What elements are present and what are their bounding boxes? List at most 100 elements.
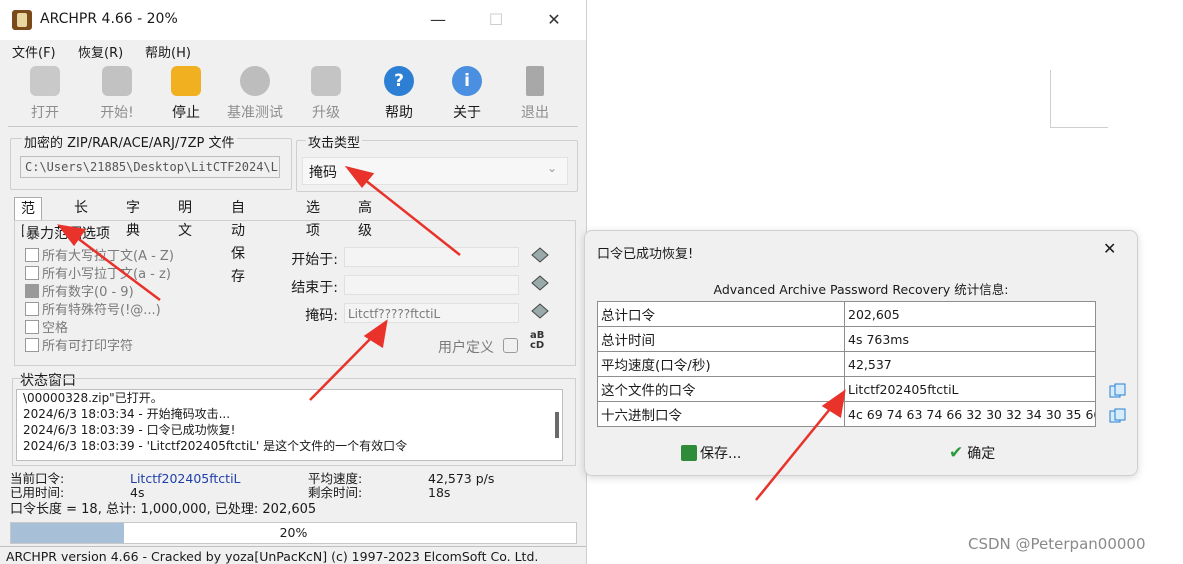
end-at-field[interactable] xyxy=(344,275,519,295)
close-button[interactable]: ✕ xyxy=(540,8,568,32)
status-log[interactable]: \00000328.zip"已打开。 2024/6/3 18:03:34 - 开… xyxy=(16,389,563,461)
exit-door-icon xyxy=(526,66,544,96)
exit-button[interactable]: 退出 xyxy=(502,66,568,124)
menu-help[interactable]: 帮助(H) xyxy=(145,42,191,61)
checkbox-box xyxy=(25,302,39,316)
stat-key: 十六进制口令 xyxy=(597,401,845,427)
start-from-label: 开始于: xyxy=(291,252,338,268)
start-pin-icon[interactable] xyxy=(530,246,550,264)
info-icon: i xyxy=(452,66,482,96)
avg-speed-label: 平均速度: xyxy=(308,471,363,486)
log-line: 2024/6/3 18:03:39 - 'Litctf202405ftctiL'… xyxy=(23,439,408,453)
open-button[interactable]: 打开 xyxy=(12,66,78,124)
printable-checkbox[interactable]: 所有可打印字符 xyxy=(25,335,133,354)
exit-label: 退出 xyxy=(521,105,549,121)
stat-value: 42,537 xyxy=(844,351,1096,377)
menu-file[interactable]: 文件(F) xyxy=(12,42,56,61)
stats-table: 总计口令 202,605 总计时间 4s 763ms 平均速度(口令/秒) 42,53… xyxy=(597,301,1096,427)
tab-range[interactable]: 范围 xyxy=(14,197,42,240)
stat-value[interactable]: Litctf202405ftctiL xyxy=(844,376,1096,402)
attack-type-select[interactable]: 掩码 ⌄ xyxy=(302,157,568,185)
space-label: 空格 xyxy=(42,321,69,336)
upgrade-button[interactable]: 升级 xyxy=(293,66,359,124)
toolbar-divider xyxy=(8,126,578,127)
checkbox-box xyxy=(25,320,39,334)
end-pin-icon[interactable] xyxy=(530,274,550,292)
table-row: 这个文件的口令 Litctf202405ftctiL xyxy=(597,376,1096,402)
tab-dictionary[interactable]: 字典 xyxy=(120,197,146,239)
progress-text: 20% xyxy=(279,525,308,540)
dialog-close-button[interactable]: ✕ xyxy=(1103,239,1116,258)
uppercase-label: 所有大写拉丁文(A - Z) xyxy=(42,249,174,264)
toolbar: 打开 开始! 停止 基准测试 升级 ? 帮助 i 关于 退出 xyxy=(0,62,586,126)
progress-bar: 20% xyxy=(10,522,577,544)
stop-label: 停止 xyxy=(172,105,200,121)
remaining-time-value: 18s xyxy=(428,485,451,500)
table-row: 总计时间 4s 763ms xyxy=(597,326,1096,352)
save-disk-icon xyxy=(681,445,697,461)
elapsed-time-value: 4s xyxy=(130,485,145,500)
charset-abc-icon[interactable]: aB cD xyxy=(530,331,544,351)
background-line xyxy=(1050,70,1051,128)
background-line xyxy=(1050,127,1108,128)
log-scrollbar[interactable] xyxy=(555,412,559,438)
special-checkbox[interactable]: 所有特殊符号(!@...) xyxy=(25,299,161,318)
copy-hex-icon[interactable] xyxy=(1109,408,1127,424)
open-user-icon xyxy=(30,66,60,96)
checkbox-box xyxy=(25,266,39,280)
mask-pin-icon[interactable] xyxy=(530,302,550,320)
about-button[interactable]: i 关于 xyxy=(434,66,500,124)
end-at-label: 结束于: xyxy=(291,280,338,296)
dialog-heading: Advanced Archive Password Recovery 统计信息: xyxy=(713,282,1009,297)
password-recovered-dialog: 口令已成功恢复! ✕ Advanced Archive Password Rec… xyxy=(584,230,1138,476)
checkmark-icon: ✔ xyxy=(949,443,964,463)
mask-field[interactable]: Litctf?????ftctiL xyxy=(344,303,519,323)
menu-bar: 文件(F) 恢复(R) 帮助(H) xyxy=(0,40,586,62)
minimize-button[interactable]: — xyxy=(424,8,452,32)
table-row: 十六进制口令 4c 69 74 63 74 66 32 30 32 34 30 3… xyxy=(597,401,1096,427)
benchmark-button[interactable]: 基准测试 xyxy=(222,66,288,124)
tab-autosave[interactable]: 自动保存 xyxy=(225,197,251,285)
checkbox-checked-box xyxy=(25,284,39,298)
stat-key: 平均速度(口令/秒) xyxy=(597,351,845,377)
user-defined-checkbox[interactable] xyxy=(503,338,518,353)
special-label: 所有特殊符号(!@...) xyxy=(42,303,161,318)
space-checkbox[interactable]: 空格 xyxy=(25,317,68,336)
help-icon: ? xyxy=(384,66,414,96)
uppercase-checkbox[interactable]: 所有大写拉丁文(A - Z) xyxy=(25,245,174,264)
start-from-field[interactable] xyxy=(344,247,519,267)
upgrade-icon xyxy=(311,66,341,96)
archive-path-field[interactable]: C:\Users\21885\Desktop\LitCTF2024\LitC xyxy=(20,156,280,178)
copy-password-icon[interactable] xyxy=(1109,383,1127,399)
start-button[interactable]: 开始! xyxy=(84,66,150,124)
password-summary: 口令长度 = 18, 总计: 1,000,000, 已处理: 202,605 xyxy=(10,502,317,517)
status-line: ARCHPR version 4.66 - Cracked by yoza[Un… xyxy=(0,546,586,564)
log-line: \00000328.zip"已打开。 xyxy=(23,391,163,405)
printable-label: 所有可打印字符 xyxy=(42,339,134,354)
elapsed-time-label: 已用时间: xyxy=(10,485,65,500)
attack-type-label: 攻击类型 xyxy=(306,132,363,151)
save-button[interactable]: 保存... xyxy=(681,443,741,463)
stat-key: 总计口令 xyxy=(597,301,845,327)
help-button[interactable]: ? 帮助 xyxy=(366,66,432,124)
stat-value: 4s 763ms xyxy=(844,326,1096,352)
stat-value[interactable]: 4c 69 74 63 74 66 32 30 32 34 30 35 66 7… xyxy=(844,401,1096,427)
archpr-app-icon xyxy=(12,10,32,30)
upgrade-label: 升级 xyxy=(312,105,340,121)
benchmark-label: 基准测试 xyxy=(227,105,283,121)
tab-options[interactable]: 选项 xyxy=(300,197,326,239)
stop-lock-icon xyxy=(171,66,201,96)
stat-value: 202,605 xyxy=(844,301,1096,327)
tab-plaintext[interactable]: 明文 xyxy=(172,197,198,239)
about-label: 关于 xyxy=(453,105,481,121)
menu-recovery[interactable]: 恢复(R) xyxy=(78,42,123,61)
ok-button[interactable]: ✔ 确定 xyxy=(949,443,995,463)
range-group-label: 暴力范围选项 xyxy=(24,223,112,243)
lowercase-checkbox[interactable]: 所有小写拉丁文(a - z) xyxy=(25,263,171,282)
tab-length[interactable]: 长度 xyxy=(68,197,94,239)
stop-button[interactable]: 停止 xyxy=(153,66,219,124)
help-label: 帮助 xyxy=(385,105,413,121)
tab-advanced[interactable]: 高级 xyxy=(352,197,378,239)
digits-checkbox[interactable]: 所有数字(0 - 9) xyxy=(25,281,134,300)
log-line: 2024/6/3 18:03:34 - 开始掩码攻击... xyxy=(23,407,231,421)
